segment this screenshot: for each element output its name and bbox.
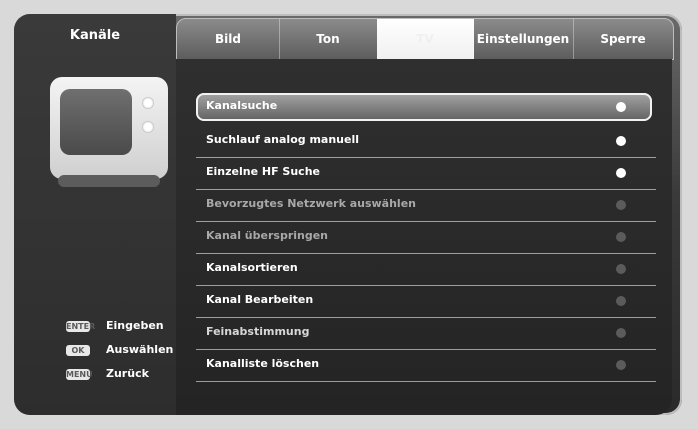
row-divider — [196, 253, 656, 254]
ok-key-icon: OK — [66, 345, 90, 356]
row-divider — [196, 157, 656, 158]
tv-base-icon — [58, 175, 160, 187]
tab-einstellungen[interactable]: Einstellungen — [473, 19, 574, 59]
tv-screen-icon — [60, 89, 132, 155]
row-divider — [196, 349, 656, 350]
menu-item-einzelne-hf-suche[interactable]: Einzelne HF Suche — [196, 159, 652, 187]
menu-item-label: Bevorzugtes Netzwerk auswählen — [206, 197, 416, 210]
menu-item-kanal-ueberspringen[interactable]: Kanal überspringen — [196, 223, 652, 251]
tv-knob-icon — [142, 97, 154, 109]
tab-ton[interactable]: Ton — [279, 19, 378, 59]
tab-sperre[interactable]: Sperre — [573, 19, 673, 59]
arrow-indicator-icon — [616, 200, 626, 210]
arrow-indicator-icon — [616, 296, 626, 306]
menu-content: Kanalsuche Suchlauf analog manuell Einze… — [176, 59, 672, 415]
menu-item-kanal-bearbeiten[interactable]: Kanal Bearbeiten — [196, 287, 652, 315]
menu-key-icon: MENU — [66, 369, 93, 380]
arrow-indicator-icon — [616, 136, 626, 146]
sidebar: Kanäle ENTER Eingeben OK Auswählen MENU … — [14, 14, 176, 415]
tv-knob-icon — [142, 121, 154, 133]
menu-item-label: Feinabstimmung — [206, 325, 310, 338]
row-divider — [196, 317, 656, 318]
help-label: Zurück — [106, 367, 149, 380]
arrow-indicator-icon — [616, 232, 626, 242]
arrow-indicator-icon — [616, 328, 626, 338]
tab-tv[interactable]: TV — [377, 19, 474, 59]
row-divider — [196, 221, 656, 222]
arrow-indicator-icon — [616, 360, 626, 370]
tv-icon — [50, 77, 168, 187]
menu-item-kanalsortieren[interactable]: Kanalsortieren — [196, 255, 652, 283]
menu-item-label: Kanalsuche — [206, 99, 278, 112]
menu-item-bevorzugtes-netzwerk[interactable]: Bevorzugtes Netzwerk auswählen — [196, 191, 652, 219]
tab-bild[interactable]: Bild — [177, 19, 280, 59]
menu-item-kanalsuche[interactable]: Kanalsuche — [196, 93, 652, 121]
menu-item-label: Kanal Bearbeiten — [206, 293, 314, 306]
enter-key-icon: ENTER — [66, 321, 96, 332]
sidebar-title: Kanäle — [69, 28, 121, 43]
menu-item-label: Kanalliste löschen — [206, 357, 320, 370]
menu-item-label: Kanal überspringen — [206, 229, 329, 242]
help-label: Eingeben — [106, 319, 164, 332]
tab-bar: Bild Ton TV Einstellungen Sperre — [176, 18, 674, 60]
arrow-indicator-icon — [616, 102, 626, 112]
arrow-indicator-icon — [616, 264, 626, 274]
row-divider — [196, 285, 656, 286]
menu-item-label: Suchlauf analog manuell — [206, 133, 360, 146]
menu-item-kanalliste-loeschen[interactable]: Kanalliste löschen — [196, 351, 652, 379]
menu-item-suchlauf-analog-manuell[interactable]: Suchlauf analog manuell — [196, 127, 652, 155]
menu-item-label: Kanalsortieren — [206, 261, 298, 274]
menu-item-feinabstimmung[interactable]: Feinabstimmung — [196, 319, 652, 347]
menu-item-label: Einzelne HF Suche — [206, 165, 320, 178]
row-divider — [196, 381, 656, 382]
row-divider — [196, 189, 656, 190]
help-label: Auswählen — [106, 343, 174, 356]
arrow-indicator-icon — [616, 168, 626, 178]
